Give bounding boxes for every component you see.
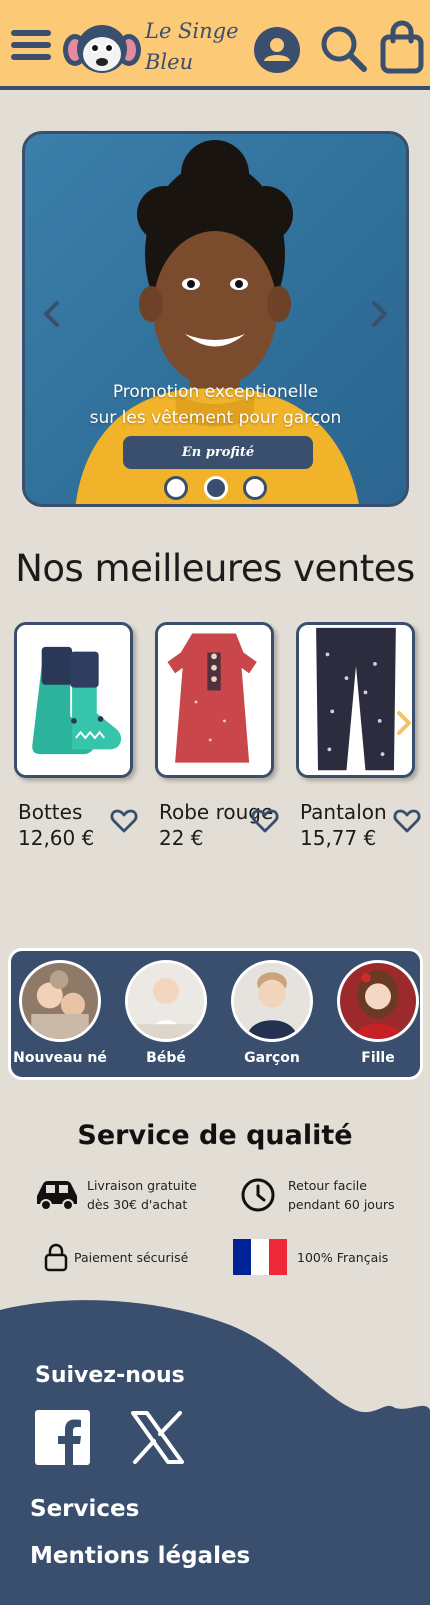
category-baby[interactable]: Bébé <box>116 960 216 1066</box>
payment-text: Paiement sécurisé <box>74 1249 189 1265</box>
brand-name[interactable]: Le Singe Bleu <box>145 16 239 78</box>
best-sellers-title: Nos meilleures ventes <box>15 547 415 590</box>
clock-icon <box>241 1178 275 1212</box>
footer-link-legal[interactable]: Mentions légales <box>30 1543 250 1569</box>
hero-line1: Promotion exceptionelle <box>112 382 319 402</box>
category-label: Fille <box>361 1050 395 1066</box>
chevron-right-icon[interactable] <box>368 299 392 329</box>
car-icon <box>37 1181 77 1211</box>
category-label: Nouveau né <box>13 1050 107 1066</box>
menu-icon[interactable] <box>10 28 52 62</box>
french-text: 100% Français <box>297 1249 389 1265</box>
shopping-bag-icon[interactable] <box>380 20 424 74</box>
search-icon[interactable] <box>319 24 369 74</box>
footer-link-services[interactable]: Services <box>30 1496 139 1522</box>
category-newborn[interactable]: Nouveau né <box>10 960 110 1066</box>
carousel-dot-active[interactable] <box>203 476 228 500</box>
return-line2: pendant 60 jours <box>288 1197 395 1212</box>
product-image[interactable] <box>296 622 415 778</box>
hero-promo-text: Promotion exceptionelle sur les vêtement… <box>25 379 406 431</box>
hero-line2: sur les vêtement pour garçon <box>89 408 342 428</box>
chevron-right-icon[interactable] <box>396 710 412 736</box>
category-image <box>125 960 207 1042</box>
payment-info: Paiement sécurisé <box>44 1242 188 1272</box>
carousel-dot[interactable] <box>164 476 189 500</box>
delivery-line1: Livraison gratuite <box>87 1178 197 1193</box>
heart-icon[interactable] <box>393 808 421 834</box>
product-image[interactable] <box>14 622 133 778</box>
heart-icon[interactable] <box>251 808 279 834</box>
quality-title: Service de qualité <box>77 1120 353 1151</box>
category-image <box>231 960 313 1042</box>
category-image <box>337 960 419 1042</box>
category-label: Bébé <box>146 1050 186 1066</box>
account-icon[interactable] <box>253 26 301 74</box>
category-girl[interactable]: Fille <box>328 960 428 1066</box>
boots-image <box>17 625 130 775</box>
category-label: Garçon <box>244 1050 300 1066</box>
heart-icon[interactable] <box>110 808 138 834</box>
monkey-logo-icon[interactable] <box>62 24 142 74</box>
category-bar: Nouveau né Bébé Garçon Fille <box>8 948 423 1080</box>
lock-icon <box>44 1243 68 1272</box>
brand-name-line2: Bleu <box>145 50 194 74</box>
delivery-info: Livraison gratuite dès 30€ d'achat <box>33 1176 197 1214</box>
delivery-line2: dès 30€ d'achat <box>87 1197 188 1212</box>
hero-carousel[interactable]: Promotion exceptionelle sur les vêtement… <box>22 131 409 507</box>
category-image <box>19 960 101 1042</box>
product-image[interactable] <box>155 622 274 778</box>
return-line1: Retour facile <box>288 1178 367 1193</box>
follow-us-title: Suivez-nous <box>35 1363 185 1388</box>
best-sellers-carousel: Bottes 12,60 € Robe rouge 22 € Pantalon … <box>0 622 430 862</box>
hero-cta-button[interactable]: En profité <box>123 436 313 469</box>
return-info: Retour facile pendant 60 jours <box>240 1176 395 1214</box>
pants-image <box>299 625 412 775</box>
carousel-dot[interactable] <box>242 476 267 500</box>
brand-name-line1: Le Singe <box>145 19 239 43</box>
french-info: 100% Français <box>233 1239 388 1275</box>
carousel-dots <box>25 476 406 500</box>
site-header: Le Singe Bleu <box>0 0 430 90</box>
x-twitter-icon[interactable] <box>130 1410 185 1465</box>
chevron-left-icon[interactable] <box>39 299 63 329</box>
facebook-icon[interactable] <box>35 1410 90 1465</box>
category-boy[interactable]: Garçon <box>222 960 322 1066</box>
red-dress-image <box>158 625 271 775</box>
french-flag-icon <box>233 1239 287 1275</box>
